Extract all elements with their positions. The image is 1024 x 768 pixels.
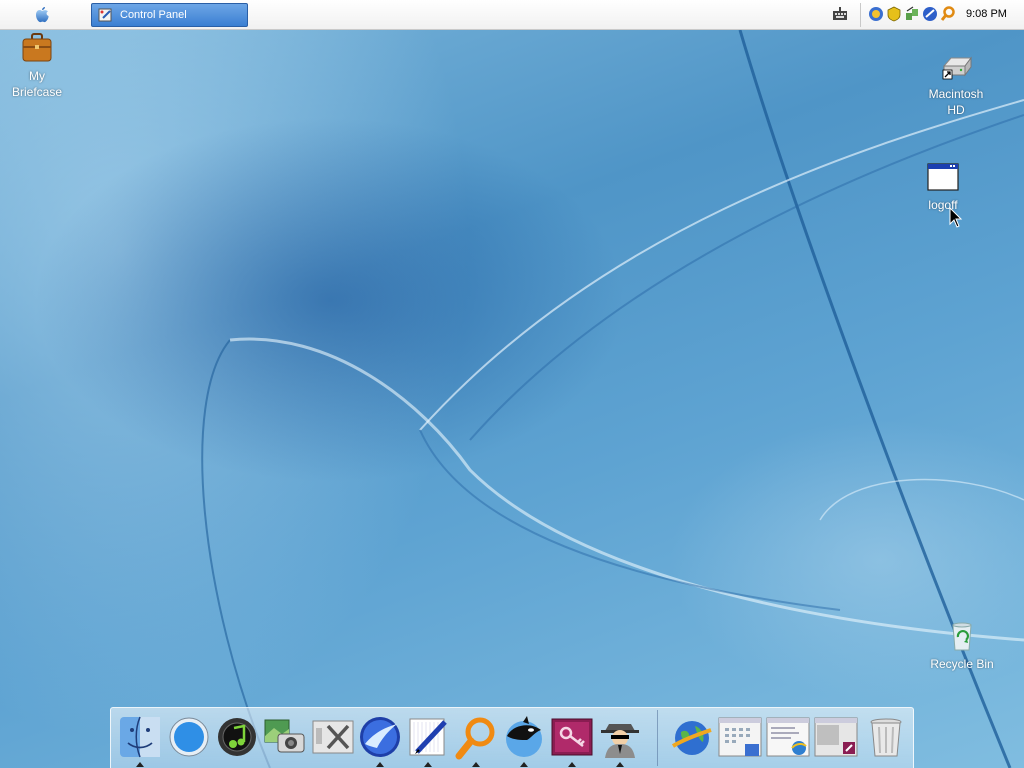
textedit-icon[interactable]	[405, 714, 451, 760]
trash-icon[interactable]	[863, 714, 909, 760]
desktop-icon-label: Macintosh	[928, 87, 984, 101]
desktop-icon-label: HD	[947, 103, 965, 117]
dock	[110, 707, 914, 768]
running-indicator	[472, 762, 480, 767]
search-icon[interactable]	[922, 5, 938, 23]
keychain-icon[interactable]	[549, 714, 595, 760]
ie-window-icon[interactable]	[765, 714, 811, 760]
desktop-icon-label: Briefcase	[11, 85, 63, 99]
desktop-icon-label: Recycle Bin	[930, 657, 994, 671]
spy-icon[interactable]	[597, 714, 643, 760]
running-indicator	[376, 762, 384, 767]
network-icon[interactable]	[886, 5, 902, 23]
running-indicator	[520, 762, 528, 767]
wallpaper-curves	[201, 29, 1024, 768]
recycle-bin-icon	[945, 620, 979, 654]
finder-icon[interactable]	[117, 714, 163, 760]
briefcase-icon	[20, 32, 54, 66]
tray-separator	[860, 3, 861, 27]
antivirus-icon[interactable]	[940, 5, 956, 23]
window-icon	[926, 161, 960, 195]
hard-drive-icon	[939, 50, 973, 84]
desktop-icon-briefcase[interactable]: My Briefcase	[6, 32, 68, 100]
running-indicator	[136, 762, 144, 767]
desktop-icon-label: My	[29, 69, 45, 83]
running-indicator	[568, 762, 576, 767]
task-button-label: Control Panel	[120, 9, 187, 21]
running-indicator	[424, 762, 432, 767]
sleipnir-icon[interactable]	[357, 714, 403, 760]
tools-icon[interactable]	[310, 714, 356, 760]
desktop-icon-macintosh-hd[interactable]: Macintosh HD	[922, 50, 990, 118]
keyboard-icon[interactable]	[831, 5, 849, 25]
system-tray	[868, 5, 956, 23]
globe-icon[interactable]	[904, 5, 920, 23]
window-shortcut-icon[interactable]	[813, 714, 859, 760]
search-icon[interactable]	[453, 714, 499, 760]
orca-icon[interactable]	[501, 714, 547, 760]
apple-menu-icon[interactable]	[33, 6, 51, 24]
running-indicator	[616, 762, 624, 767]
safari-icon[interactable]	[166, 714, 212, 760]
clock: 9:08 PM	[966, 8, 1007, 20]
calendar-window-icon[interactable]	[717, 714, 763, 760]
control-panel-icon	[98, 7, 114, 23]
desktop-icon-logoff[interactable]: logoff	[916, 161, 970, 213]
network-globe-icon[interactable]	[669, 714, 715, 760]
dock-divider	[657, 710, 658, 766]
itunes-icon[interactable]	[214, 714, 260, 760]
desktop-icon-recycle-bin[interactable]: Recycle Bin	[924, 620, 1000, 672]
mouse-cursor-icon	[949, 206, 963, 229]
top-menu-bar: Control Panel 9:08 PM	[0, 0, 1024, 30]
iphoto-icon[interactable]	[262, 714, 308, 760]
control-panel-task-button[interactable]: Control Panel	[91, 3, 248, 27]
shield-icon[interactable]	[868, 5, 884, 23]
